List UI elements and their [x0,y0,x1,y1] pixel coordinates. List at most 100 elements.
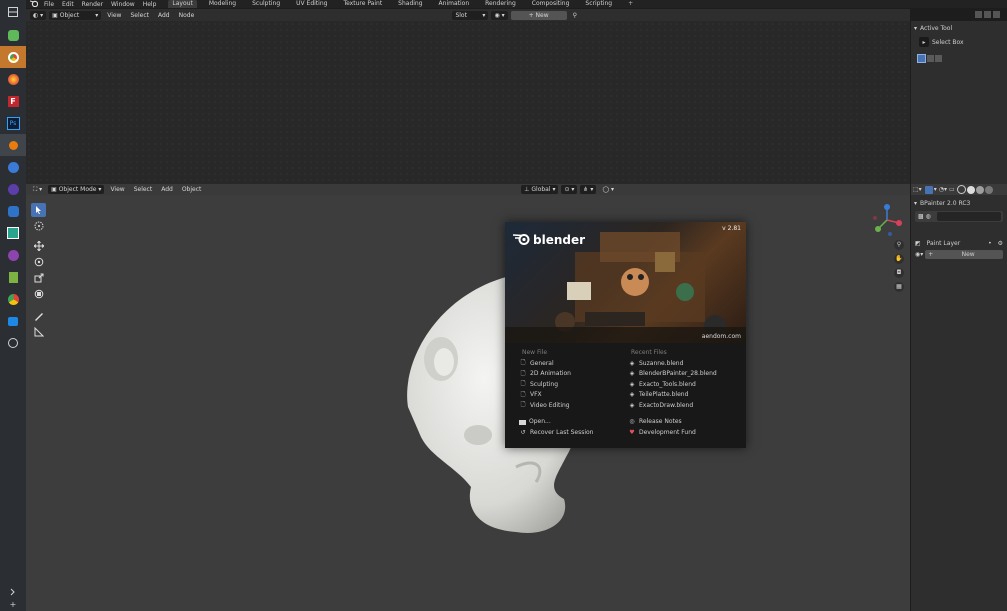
tab-rendering[interactable]: Rendering [481,0,520,8]
object-selector[interactable]: ▣ Object ▾ [49,10,102,20]
photoshop-icon[interactable]: Ps [0,112,26,134]
filezilla-icon[interactable]: F [0,90,26,112]
zoom-icon[interactable]: ⚲ [894,240,904,250]
layout-icon[interactable] [993,11,1000,18]
transform-orientation[interactable]: ⊥ Global ▾ [521,185,559,194]
menu-select[interactable]: Select [127,11,152,20]
rotate-tool-icon[interactable] [31,255,46,269]
menu-window[interactable]: Window [111,1,135,8]
blender-taskbar-icon[interactable] [0,134,26,156]
tab-sculpting[interactable]: Sculpting [248,0,284,8]
pivot-point-icon[interactable]: ⊙ ▾ [561,185,578,194]
menu-add[interactable]: Add [155,11,173,20]
recent-file-item[interactable]: ◈ Exacto_Tools.blend [628,379,738,390]
material-icon[interactable]: ◉▾ [915,251,923,258]
camera-icon[interactable]: ◘ [894,268,904,278]
shading-solid-icon[interactable] [966,185,975,194]
app-settings-icon[interactable] [0,332,26,354]
recent-file-item[interactable]: ◈ TeilePlatte.blend [628,390,738,401]
shading-rendered-icon[interactable] [984,185,993,194]
editor-type-icon[interactable]: ◐ ▾ [30,10,47,20]
layer-dot-icon[interactable]: • [988,240,992,247]
app-purple-icon[interactable] [0,244,26,266]
development-fund-link[interactable]: ♥ Development Fund [628,427,738,438]
chevron-down-icon[interactable]: ▾ [934,186,937,193]
material-browse-icon[interactable]: ◉ ▾ [491,10,508,20]
recent-file-item[interactable]: ◈ Suzanne.blend [628,358,738,369]
select-mode-extend-icon[interactable] [927,55,934,62]
select-box-tool-icon[interactable] [31,203,46,217]
cursor-tool-icon[interactable] [31,219,46,233]
splash-screen[interactable]: blender v 2.81 aendom.com New File 🗋 Gene… [505,222,746,448]
gear-icon[interactable]: ⚙ [998,240,1003,247]
navigation-gizmo[interactable] [872,203,902,237]
node-editor-canvas[interactable] [26,21,910,184]
grid-icon[interactable] [0,0,26,24]
mode-selector[interactable]: ▣ Object Mode ▾ [48,185,105,194]
view-layer-icon[interactable] [984,11,991,18]
new-general[interactable]: 🗋 General [519,358,627,369]
new-vfx[interactable]: 🗋 VFX [519,390,627,401]
menu-help[interactable]: Help [143,1,157,8]
tab-layout[interactable]: Layout [168,0,197,8]
menu-node[interactable]: Node [176,11,198,20]
blender-logo-icon[interactable] [29,0,39,9]
app-image-icon[interactable] [0,222,26,244]
xray-icon[interactable]: ▭ [949,186,955,193]
app-leaf-icon[interactable] [0,24,26,46]
brush-slot[interactable] [936,212,1001,221]
chevron-right-icon[interactable] [0,588,26,600]
menu-file[interactable]: File [44,1,54,8]
gizmo-toggle-icon[interactable] [924,185,933,194]
menu-add[interactable]: Add [158,185,176,194]
menu-view[interactable]: View [107,185,127,194]
tab-modeling[interactable]: Modeling [205,0,240,8]
app-message-icon[interactable] [0,310,26,332]
new-sculpting[interactable]: 🗋 Sculpting [519,379,627,390]
scene-icon[interactable] [975,11,982,18]
shading-material-icon[interactable] [975,185,984,194]
menu-view[interactable]: View [104,11,124,20]
proportional-edit-icon[interactable]: ◯ ▾ [599,185,617,194]
transform-tool-icon[interactable] [31,287,46,301]
move-tool-icon[interactable] [31,239,46,253]
new-layer-button[interactable]: + New [925,249,1003,259]
measure-tool-icon[interactable] [31,325,46,339]
app-blue-icon[interactable] [0,156,26,178]
menu-edit[interactable]: Edit [62,1,74,8]
tab-shading[interactable]: Shading [394,0,426,8]
brush-icon[interactable]: ▩ [918,213,924,220]
app-circle-icon[interactable] [0,178,26,200]
grid-perspective-icon[interactable]: ▦ [894,282,904,292]
tab-texture-paint[interactable]: Texture Paint [339,0,386,8]
app-gear-icon[interactable] [0,200,26,222]
scale-tool-icon[interactable] [31,271,46,285]
select-box-icon[interactable]: ▸ [919,37,929,47]
slot-selector[interactable]: Slot ▾ [452,10,489,20]
tab-compositing[interactable]: Compositing [528,0,574,8]
snap-icon[interactable]: ⋔ ▾ [580,185,597,194]
chrome-icon[interactable] [0,46,26,68]
select-mode-subtract-icon[interactable] [935,55,942,62]
collapse-arrow-icon[interactable]: ▾ [914,25,917,32]
tab-scripting[interactable]: Scripting [581,0,616,8]
brush-settings-icon[interactable]: ◍ [926,213,931,220]
add-workspace-icon[interactable]: + [624,0,637,8]
menu-select[interactable]: Select [131,185,156,194]
recent-file-item[interactable]: ◈ BlenderBPainter_28.blend [628,369,738,380]
new-video-editing[interactable]: 🗋 Video Editing [519,400,627,411]
app-green-icon[interactable] [0,266,26,288]
visibility-icon[interactable]: ⬚▾ [913,186,922,193]
annotate-tool-icon[interactable] [31,309,46,323]
open-file-link[interactable]: Open... [519,417,627,428]
3d-viewport[interactable]: ⚲ ✋ ◘ ▦ [26,195,910,611]
release-notes-link[interactable]: ◎ Release Notes [628,417,738,428]
hand-pan-icon[interactable]: ✋ [894,254,904,264]
collapse-arrow-icon[interactable]: ▾ [914,200,917,207]
recover-last-session-link[interactable]: ↺ Recover Last Session [519,427,627,438]
new-material-button[interactable]: + New [510,10,567,20]
recent-file-item[interactable]: ◈ ExactoDraw.blend [628,400,738,411]
plus-icon[interactable]: + [0,601,26,611]
new-2d-animation[interactable]: 🗋 2D Animation [519,369,627,380]
pin-icon[interactable]: ⚲ [570,11,580,20]
